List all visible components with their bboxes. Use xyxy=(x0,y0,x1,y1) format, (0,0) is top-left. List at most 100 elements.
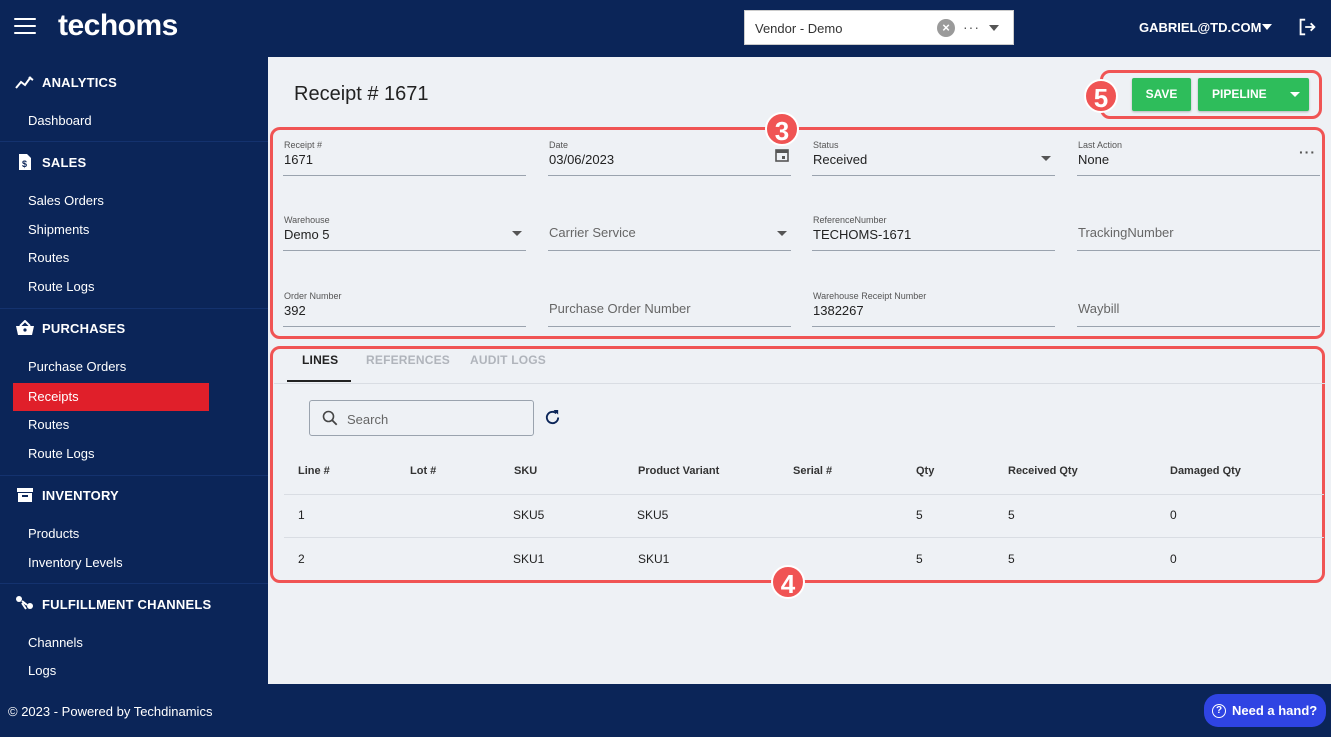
divider xyxy=(0,308,268,309)
sidebar-item-purchase-orders[interactable]: Purchase Orders xyxy=(13,353,209,381)
pipeline-label: PIPELINE xyxy=(1212,87,1267,101)
tracking-number-field[interactable]: TrackingNumber xyxy=(1077,215,1320,251)
cell-damaged-qty: 0 xyxy=(1170,508,1177,522)
chevron-down-icon[interactable] xyxy=(1262,24,1272,30)
cell-line: 1 xyxy=(298,508,305,522)
section-analytics[interactable]: ANALYTICS xyxy=(14,72,117,92)
column-header-line[interactable]: Line # xyxy=(298,465,330,477)
field-value: 03/06/2023 xyxy=(549,152,615,167)
sidebar-item-routes[interactable]: Routes xyxy=(13,411,209,439)
field-value: Received xyxy=(813,152,868,167)
sidebar-item-routes[interactable]: Routes xyxy=(13,244,209,272)
annotation-badge-5: 5 xyxy=(1084,79,1118,113)
cell-product-variant: SKU1 xyxy=(638,552,670,566)
svg-text:$: $ xyxy=(22,159,27,169)
annotation-badge-4: 4 xyxy=(771,565,805,599)
more-icon[interactable]: ··· xyxy=(963,19,980,35)
help-label: Need a hand? xyxy=(1232,703,1318,718)
cell-damaged-qty: 0 xyxy=(1170,552,1177,566)
cell-product-variant: SKU5 xyxy=(637,508,669,522)
row-divider xyxy=(284,537,1324,538)
field-placeholder: Waybill xyxy=(1078,301,1120,316)
main-content: Receipt # 1671 5 SAVE PIPELINE 3 Receipt… xyxy=(268,57,1331,684)
column-header-product-variant[interactable]: Product Variant xyxy=(638,465,719,477)
field-label: Warehouse xyxy=(284,215,330,225)
field-label: Status xyxy=(813,140,839,150)
cell-qty: 5 xyxy=(916,552,923,566)
sidebar-item-products[interactable]: Products xyxy=(13,520,209,548)
field-value: None xyxy=(1078,152,1110,167)
field-label: Last Action xyxy=(1078,140,1123,150)
search-input[interactable]: Search xyxy=(309,400,534,436)
sidebar-item-logs[interactable]: Logs xyxy=(13,657,209,685)
row-divider xyxy=(284,494,1324,495)
warehouse-select[interactable]: Warehouse Demo 5 xyxy=(283,215,526,251)
section-label: SALES xyxy=(42,154,87,170)
sidebar-item-route-logs[interactable]: Route Logs xyxy=(13,440,209,468)
field-label: Order Number xyxy=(284,291,342,301)
field-value: 1671 xyxy=(284,152,313,167)
sidebar-item-receipts[interactable]: Receipts xyxy=(13,383,209,411)
save-button[interactable]: SAVE xyxy=(1132,78,1191,111)
cell-line: 2 xyxy=(298,552,305,566)
purchase-order-number-field[interactable]: Purchase Order Number xyxy=(548,291,791,327)
status-select[interactable]: Status Received xyxy=(812,140,1055,176)
date-field[interactable]: Date 03/06/2023 xyxy=(548,140,791,176)
receipt-number-field[interactable]: Receipt # 1671 xyxy=(283,140,526,176)
column-header-lot[interactable]: Lot # xyxy=(410,465,436,477)
more-icon[interactable]: ··· xyxy=(1299,144,1316,160)
column-header-damaged-qty[interactable]: Damaged Qty xyxy=(1170,465,1241,477)
field-value: 1382267 xyxy=(813,303,864,318)
cell-sku: SKU5 xyxy=(513,508,545,522)
sidebar-item-channels[interactable]: Channels xyxy=(13,629,209,657)
search-icon xyxy=(322,410,338,426)
help-button[interactable]: ? Need a hand? xyxy=(1204,694,1326,727)
chevron-down-icon[interactable] xyxy=(989,25,999,31)
divider xyxy=(0,583,268,584)
tab-audit-logs[interactable]: AUDIT LOGS xyxy=(470,353,546,367)
logout-icon[interactable] xyxy=(1296,16,1318,38)
section-inventory[interactable]: INVENTORY xyxy=(14,485,119,505)
active-tab-indicator xyxy=(287,380,351,382)
chart-line-icon xyxy=(14,72,36,92)
section-label: ANALYTICS xyxy=(42,74,117,90)
field-value: 392 xyxy=(284,303,306,318)
field-label: Receipt # xyxy=(284,140,323,150)
cell-sku: SKU1 xyxy=(513,552,545,566)
user-menu[interactable]: GABRIEL@TD.COM xyxy=(1139,20,1261,35)
sidebar-item-inventory-levels[interactable]: Inventory Levels xyxy=(13,549,209,577)
sidebar-item-route-logs[interactable]: Route Logs xyxy=(13,273,209,301)
refresh-icon[interactable] xyxy=(544,409,561,426)
brand-logo[interactable]: techoms xyxy=(58,9,178,43)
page-title: Receipt # 1671 xyxy=(294,83,429,105)
waybill-field[interactable]: Waybill xyxy=(1077,291,1320,327)
sidebar-item-sales-orders[interactable]: Sales Orders xyxy=(13,187,209,215)
reference-number-field[interactable]: ReferenceNumber TECHOMS-1671 xyxy=(812,215,1055,251)
tab-references[interactable]: REFERENCES xyxy=(366,353,450,367)
section-fulfillment-channels[interactable]: FULFILLMENT CHANNELS xyxy=(14,594,211,614)
section-label: INVENTORY xyxy=(42,487,119,503)
section-label: FULFILLMENT CHANNELS xyxy=(42,596,212,612)
sidebar-item-dashboard[interactable]: Dashboard xyxy=(13,107,209,135)
warehouse-receipt-number-field[interactable]: Warehouse Receipt Number 1382267 xyxy=(812,291,1055,327)
pipeline-button[interactable]: PIPELINE xyxy=(1198,78,1309,111)
vendor-select[interactable]: Vendor - Demo × ··· xyxy=(744,10,1014,45)
column-header-sku[interactable]: SKU xyxy=(514,465,537,477)
carrier-service-select[interactable]: Carrier Service xyxy=(548,215,791,251)
tab-lines[interactable]: LINES xyxy=(302,353,338,367)
field-placeholder: Purchase Order Number xyxy=(549,301,691,316)
column-header-serial[interactable]: Serial # xyxy=(793,465,832,477)
column-header-qty[interactable]: Qty xyxy=(916,465,934,477)
column-header-received-qty[interactable]: Received Qty xyxy=(1008,465,1078,477)
field-label: Date xyxy=(549,140,569,150)
order-number-field[interactable]: Order Number 392 xyxy=(283,291,526,327)
clear-icon[interactable]: × xyxy=(937,19,955,37)
divider xyxy=(0,475,268,476)
sidebar: ANALYTICS Dashboard $ SALES Sales Orders… xyxy=(0,57,268,684)
sidebar-item-shipments[interactable]: Shipments xyxy=(13,216,209,244)
section-purchases[interactable]: PURCHASES xyxy=(14,318,125,338)
menu-icon[interactable] xyxy=(14,18,36,36)
last-action-field[interactable]: Last Action None ··· xyxy=(1077,140,1320,176)
calendar-icon[interactable] xyxy=(775,148,789,162)
section-sales[interactable]: $ SALES xyxy=(14,152,86,172)
